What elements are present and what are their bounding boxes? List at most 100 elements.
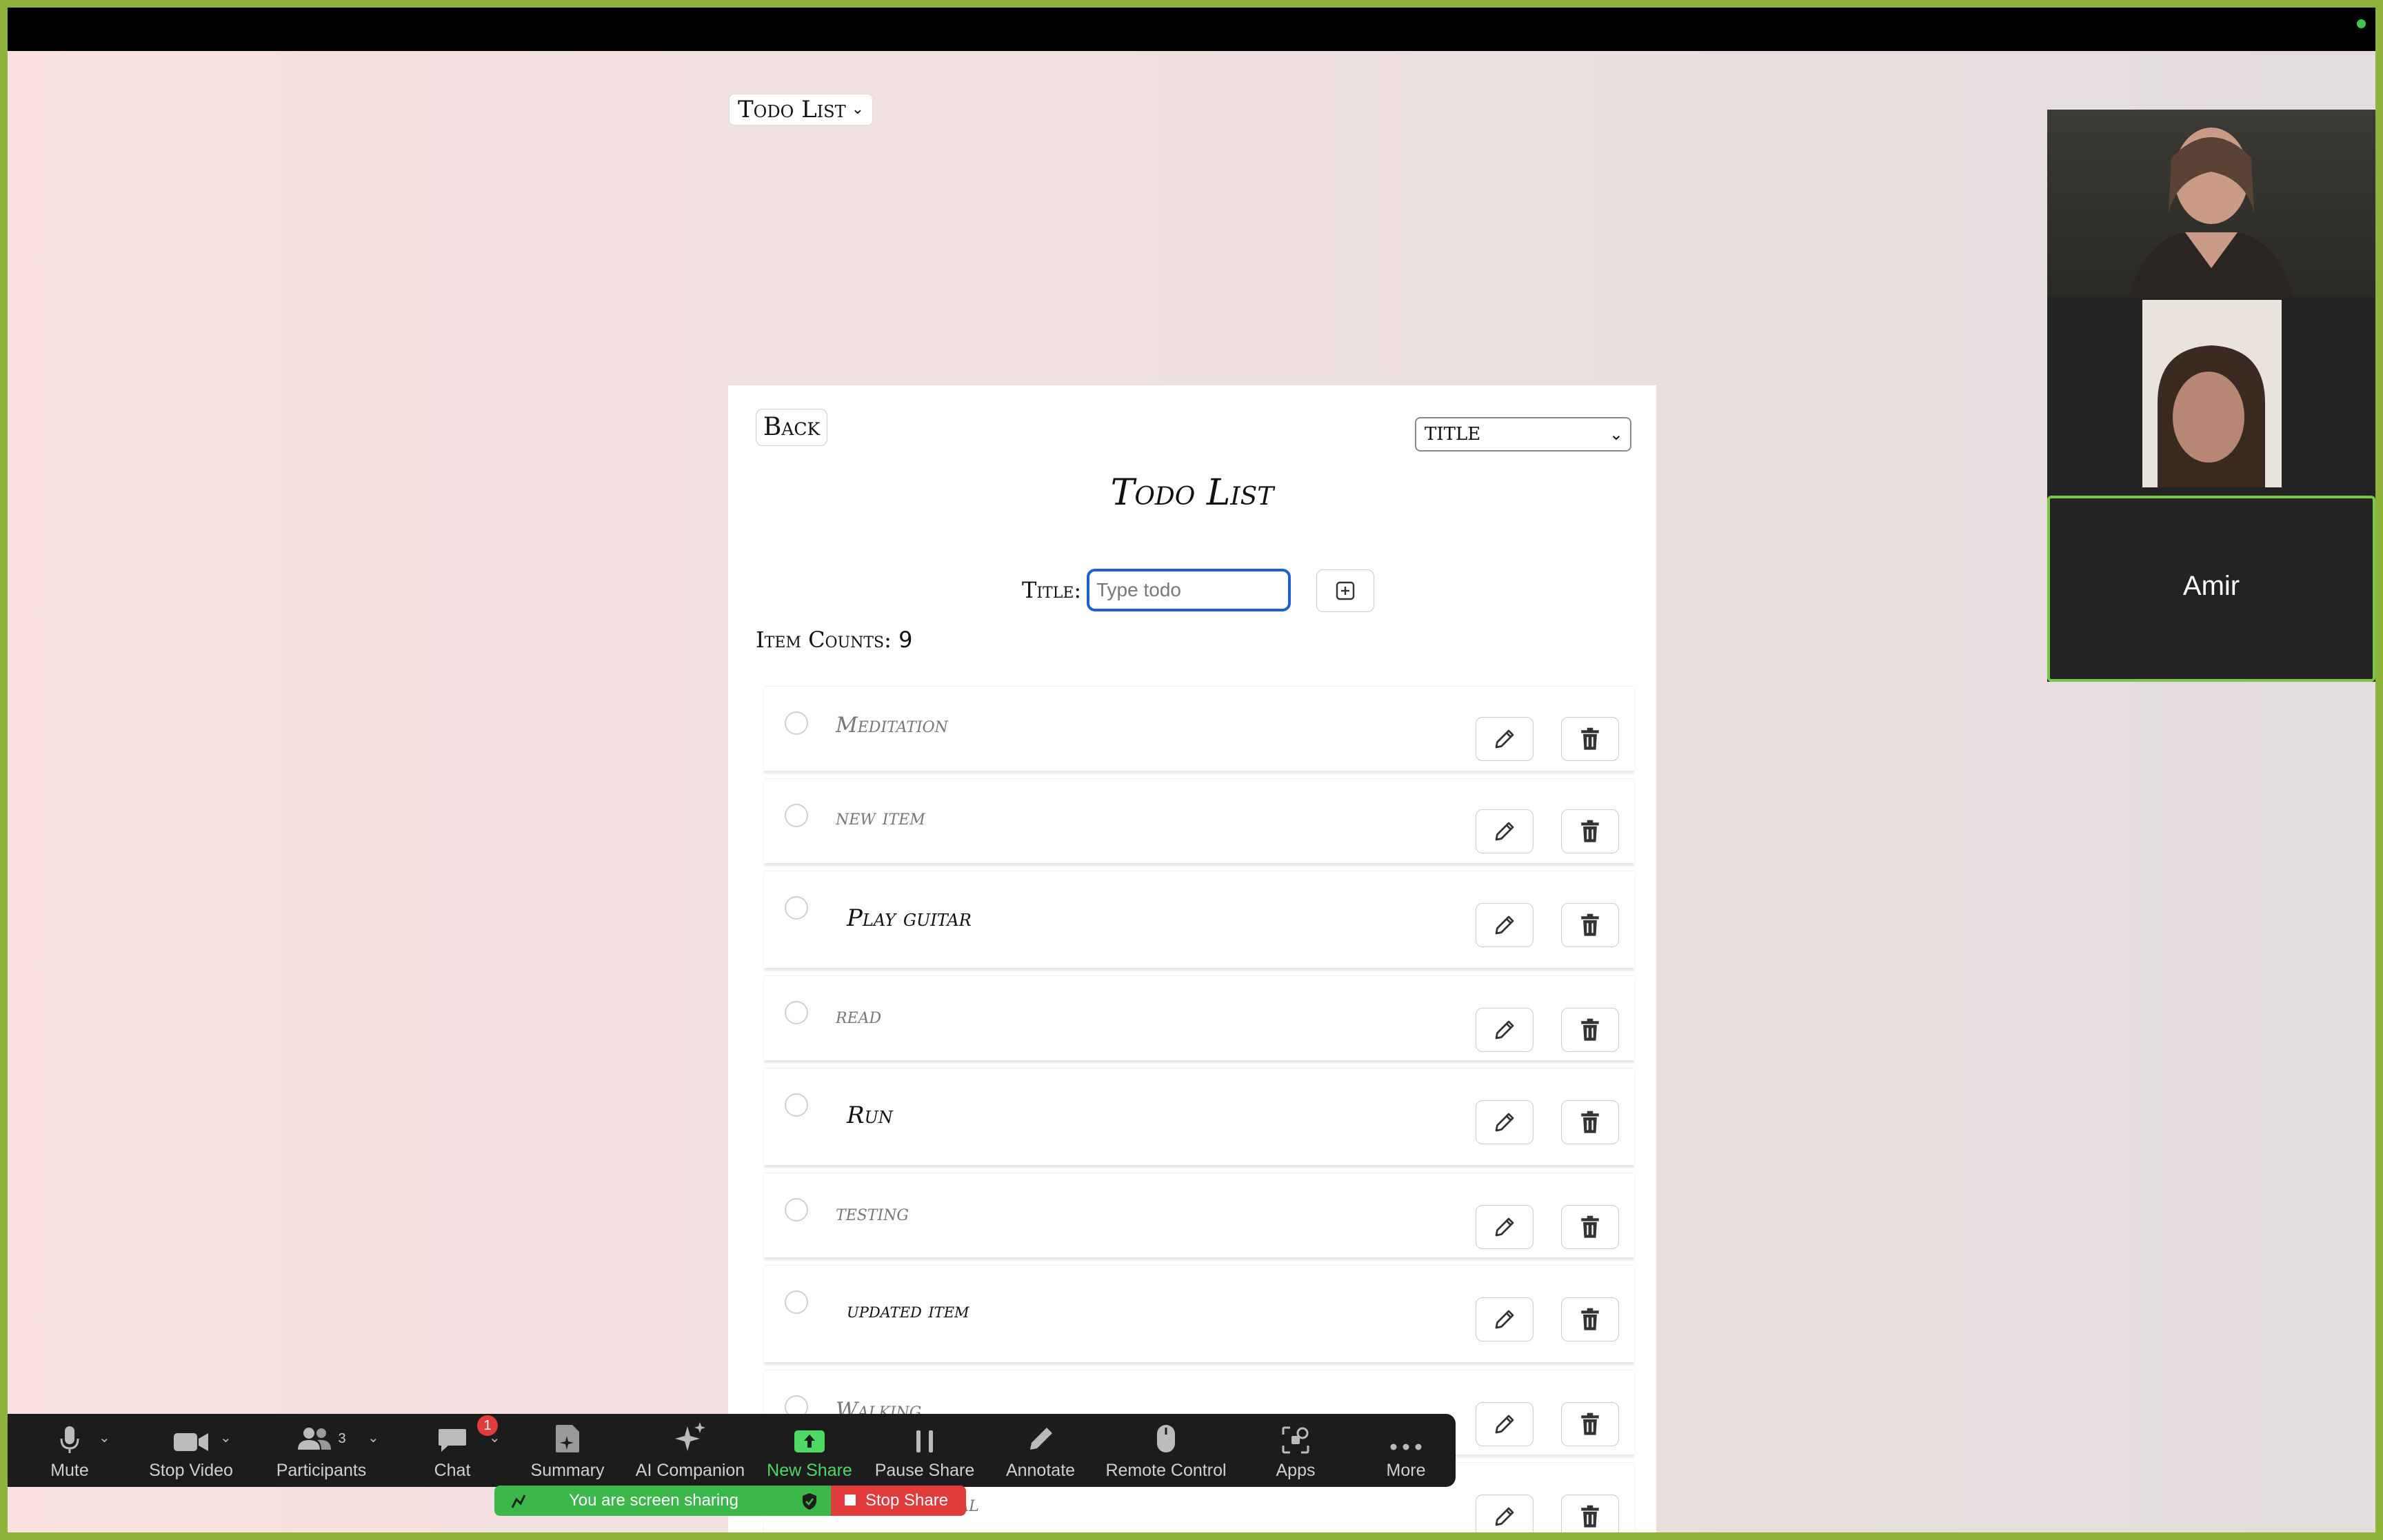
pencil-icon [1495,1507,1514,1526]
delete-button[interactable] [1561,903,1619,947]
delete-button[interactable] [1561,809,1619,853]
edit-button[interactable] [1476,809,1534,853]
apps-button[interactable]: Apps [1263,1414,1329,1487]
stop-share-label: Stop Share [865,1491,949,1510]
todo-title-input[interactable]: Type todo [1087,569,1291,611]
page-select-label: Todo List [738,96,846,123]
sharing-status-text: You are screen sharing [569,1491,738,1510]
edit-button[interactable] [1476,1100,1534,1144]
edit-button[interactable] [1476,1402,1534,1446]
trash-icon [1581,1505,1599,1528]
todo-card: Back TITLE ⌄ Todo List Title: Type todo … [728,385,1656,1532]
drag-handle-icon [511,1495,526,1508]
pencil-icon [1495,1217,1514,1237]
video-panel: Amir [2047,110,2375,682]
pencil-icon [1495,1415,1514,1434]
participant-video-2[interactable] [2047,300,2375,487]
participants-label: Participants [276,1461,367,1480]
window-top-bar [8,8,2375,51]
pencil-icon [1495,1310,1514,1329]
chevron-down-icon: ⌄ [1609,425,1623,444]
chevron-down-icon: ⌄ [851,101,865,118]
pause-share-label: Pause Share [874,1461,975,1480]
todo-checkbox[interactable] [785,1093,808,1117]
item-count: Item Counts: 9 [756,627,912,653]
more-label: More [1386,1461,1426,1480]
plus-square-icon [1336,581,1355,600]
todo-checkbox[interactable] [785,896,808,920]
edit-button[interactable] [1476,1008,1534,1052]
delete-button[interactable] [1561,1008,1619,1052]
delete-button[interactable] [1561,1100,1619,1144]
todo-text: testing [836,1201,909,1226]
todo-checkbox[interactable] [785,1001,808,1024]
todo-text: Run [847,1102,893,1129]
todo-text: Play guitar [847,904,972,932]
chevron-down-icon[interactable]: ⌄ [489,1429,501,1446]
page-title: Todo List [1110,472,1274,514]
pencil-icon [1495,822,1514,841]
item-count-value: 9 [898,627,913,653]
ai-companion-label: AI Companion [635,1461,745,1480]
shared-screen: Todo List ⌄ Back TITLE ⌄ Todo List Title… [8,8,2375,1532]
annotate-label: Annotate [1005,1461,1076,1480]
sort-select[interactable]: TITLE ⌄ [1415,417,1631,452]
edit-button[interactable] [1476,1495,1534,1532]
remote-control-button[interactable]: Remote Control [1097,1414,1235,1487]
sparkle-icon [675,1422,705,1451]
annotate-button[interactable]: Annotate [998,1414,1083,1487]
participant-tile-active[interactable]: Amir [2047,496,2375,682]
todo-checkbox[interactable] [785,1198,808,1222]
add-todo-button[interactable] [1316,569,1374,612]
participant-video-1[interactable] [2047,110,2375,297]
stop-square-icon [845,1495,856,1506]
todo-item: Play guitar [764,871,1634,968]
stop-video-button[interactable]: Stop Video [136,1414,246,1487]
pencil-icon [1495,1113,1514,1132]
pencil-icon [1495,915,1514,935]
trash-icon [1581,1308,1599,1330]
sharing-indicator-dot [2357,19,2366,28]
delete-button[interactable] [1561,1495,1619,1532]
todo-checkbox[interactable] [785,804,808,827]
trash-icon [1581,820,1599,842]
remote-control-label: Remote Control [1105,1461,1227,1480]
edit-button[interactable] [1476,903,1534,947]
delete-button[interactable] [1561,1402,1619,1446]
more-button[interactable]: More [1371,1414,1440,1487]
video-camera-icon [174,1433,208,1451]
chevron-down-icon[interactable]: ⌄ [368,1429,379,1446]
delete-button[interactable] [1561,717,1619,761]
page-select[interactable]: Todo List ⌄ [729,94,874,125]
chat-label: Chat [434,1461,471,1480]
trash-icon [1581,913,1599,936]
apps-label: Apps [1276,1461,1316,1480]
chat-button[interactable]: 1 Chat [414,1414,498,1487]
summary-button[interactable]: Summary [526,1414,609,1487]
ai-companion-button[interactable]: AI Companion [628,1414,752,1487]
edit-button[interactable] [1476,717,1534,761]
sort-select-value: TITLE [1425,424,1481,445]
todo-checkbox[interactable] [785,1290,808,1314]
chevron-down-icon[interactable]: ⌄ [220,1429,232,1446]
delete-button[interactable] [1561,1205,1619,1249]
todo-item: Run [764,1068,1634,1165]
new-share-button[interactable]: New Share [766,1414,853,1487]
back-button[interactable]: Back [756,409,827,446]
edit-button[interactable] [1476,1297,1534,1341]
edit-button[interactable] [1476,1205,1534,1249]
chevron-down-icon[interactable]: ⌄ [99,1429,110,1446]
todo-checkbox[interactable] [785,711,808,735]
participants-button[interactable]: 3 Participants [263,1414,380,1487]
todo-text: Meditation [836,713,948,738]
sharing-status[interactable]: You are screen sharing [494,1486,831,1516]
stop-share-button[interactable]: Stop Share [831,1486,966,1516]
pause-share-button[interactable]: Pause Share [871,1414,978,1487]
trash-icon [1581,1412,1599,1435]
screen-sharing-bar: You are screen sharing Stop Share [494,1486,966,1516]
mute-button[interactable]: Mute [35,1414,104,1487]
more-dots-icon [1390,1443,1422,1450]
apps-icon [1282,1426,1309,1454]
delete-button[interactable] [1561,1297,1619,1341]
item-count-label: Item Counts: [756,627,892,653]
